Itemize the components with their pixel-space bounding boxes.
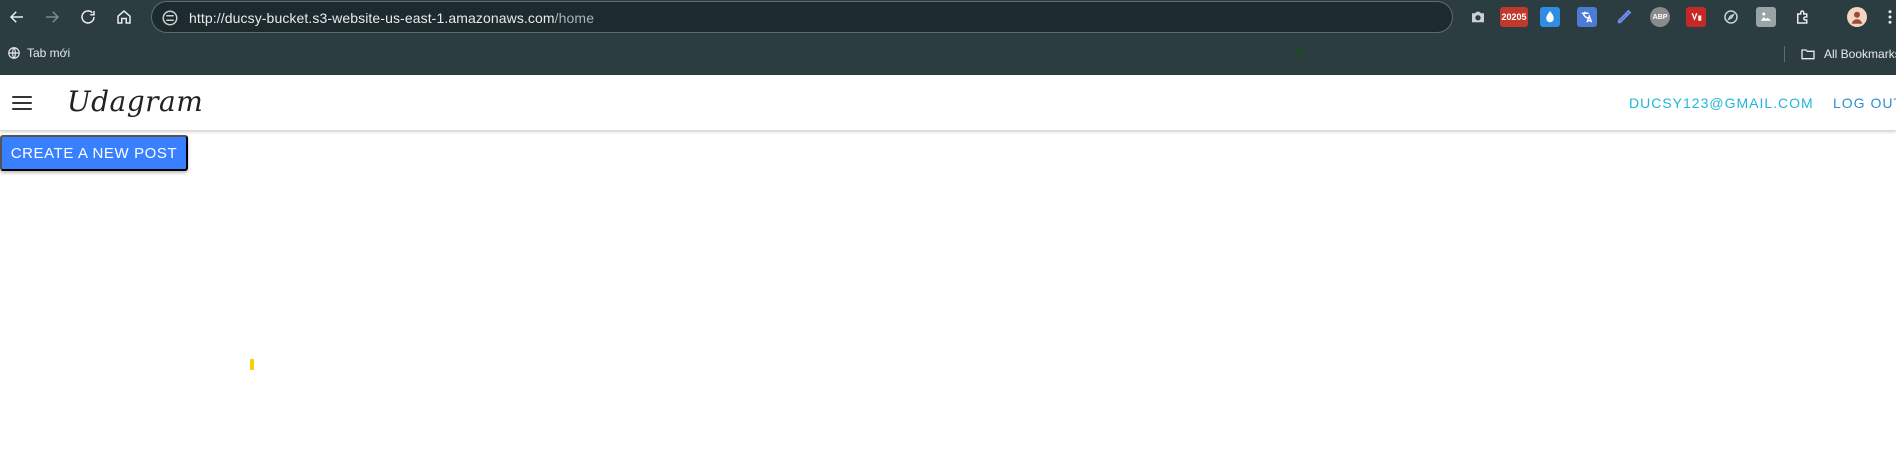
hamburger-menu-icon[interactable] [10,91,34,115]
more-vertical-icon[interactable] [1885,7,1895,27]
home-icon[interactable] [112,5,136,29]
browser-chrome: http://ducsy-bucket.s3-website-us-east-1… [0,0,1896,75]
back-icon[interactable] [5,5,29,29]
translate-icon[interactable] [1577,7,1597,27]
brand-logo[interactable]: Udagram [67,85,203,118]
folder-icon [1801,49,1815,60]
badge-extension-icon[interactable]: 20205 [1500,7,1528,27]
adblock-icon[interactable]: ABP [1650,7,1670,27]
profile-avatar-icon[interactable] [1847,7,1867,27]
compass-icon[interactable] [1721,7,1741,27]
text-cursor-marker [250,359,254,370]
globe-icon [8,47,20,59]
app-header: Udagram DUCSY123@GMAIL.COM LOG OUT [0,75,1896,131]
image-icon[interactable] [1756,7,1776,27]
url-path: /home [554,10,595,26]
all-bookmarks-button[interactable]: All Bookmarks [1800,46,1896,62]
camera-icon[interactable] [1468,7,1488,27]
browser-toolbar: http://ducsy-bucket.s3-website-us-east-1… [0,0,1896,34]
puzzle-icon[interactable] [1793,7,1813,27]
bookmark-new-tab[interactable]: Tab mới [7,46,70,60]
eyedropper-icon[interactable] [1614,7,1634,27]
bookmark-new-tab-label: Tab mới [27,46,71,60]
reload-icon[interactable] [76,5,100,29]
droplet-icon[interactable] [1540,7,1560,27]
bookmark-indicator [1297,48,1302,58]
url-text[interactable]: http://ducsy-bucket.s3-website-us-east-1… [189,10,594,26]
create-new-post-button[interactable]: CREATE A NEW POST [0,135,188,171]
all-bookmarks-label: All Bookmarks [1824,47,1896,61]
logout-link[interactable]: LOG OUT [1833,95,1896,111]
bookmarks-divider [1784,46,1785,62]
url-host: http://ducsy-bucket.s3-website-us-east-1… [189,10,555,26]
site-info-icon[interactable] [161,9,179,27]
forward-icon[interactable] [40,5,64,29]
bookmarks-bar: Tab mới All Bookmarks [0,42,1896,66]
address-bar[interactable]: http://ducsy-bucket.s3-website-us-east-1… [151,1,1453,33]
user-email-link[interactable]: DUCSY123@GMAIL.COM [1629,95,1814,111]
video-icon[interactable] [1686,7,1706,27]
